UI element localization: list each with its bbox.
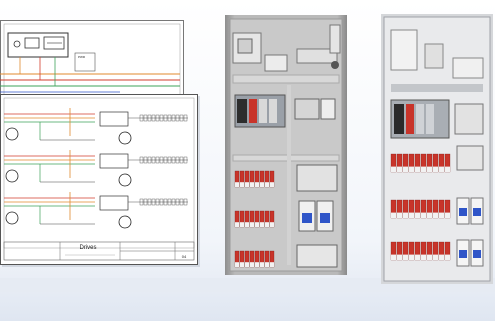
svg-text:PWR: PWR: [78, 55, 86, 59]
sheet-title: Drives: [79, 245, 96, 251]
cabinet-photo: [381, 14, 493, 284]
cabinet-render: [225, 15, 347, 275]
engineering-banner: PWR Drives 04: [0, 0, 495, 321]
sheet-number: 04: [182, 254, 187, 259]
schematic-sheet-front: Drives 04: [0, 94, 200, 267]
